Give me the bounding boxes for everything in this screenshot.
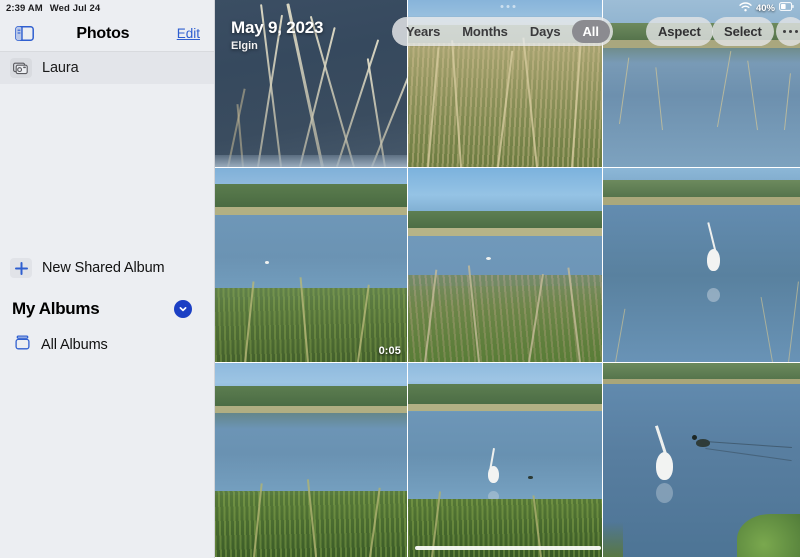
sidebar-header: Photos Edit	[0, 16, 214, 52]
photo-thumbnail	[603, 168, 800, 362]
sidebar: 2:39 AM Wed Jul 24 Photos Edit Laura New…	[0, 0, 215, 558]
sidebar-item-label: Laura	[42, 60, 79, 76]
status-bar-time: 2:39 AM	[6, 2, 43, 14]
more-ellipsis-icon[interactable]	[776, 17, 800, 46]
new-shared-album-label: New Shared Album	[42, 260, 165, 276]
photo-cell[interactable]	[408, 363, 603, 558]
egret-body	[487, 465, 499, 483]
my-albums-group-header: My Albums	[0, 290, 214, 328]
grabber-dots-icon[interactable]	[500, 5, 515, 8]
photo-thumbnail	[603, 363, 800, 557]
plus-icon	[10, 258, 32, 278]
battery-icon	[779, 2, 794, 14]
new-shared-album-button[interactable]: New Shared Album	[0, 252, 214, 284]
segment-years[interactable]: Years	[395, 20, 451, 43]
all-albums-label: All Albums	[41, 337, 108, 353]
timeline-segmented-control[interactable]: Years Months Days All	[392, 17, 613, 46]
photo-cell[interactable]	[408, 168, 603, 363]
photo-thumbnail	[215, 0, 407, 167]
sidebar-item-laura[interactable]: Laura	[0, 52, 214, 84]
photo-cell[interactable]: 0:05	[215, 168, 408, 363]
photo-cell[interactable]	[603, 363, 800, 558]
photos-app-window: 2:39 AM Wed Jul 24 Photos Edit Laura New…	[0, 0, 800, 558]
page-title: Photos	[76, 24, 130, 42]
photo-grid: 0:05	[215, 0, 800, 558]
status-bar-right: 40%	[739, 0, 794, 16]
duck-body	[695, 438, 710, 447]
status-bar-date: Wed Jul 24	[49, 2, 101, 14]
photo-cell[interactable]	[603, 168, 800, 363]
aspect-button[interactable]: Aspect	[646, 17, 713, 46]
photo-thumbnail	[408, 168, 602, 362]
segment-months[interactable]: Months	[451, 20, 519, 43]
edit-button[interactable]: Edit	[177, 26, 200, 41]
sidebar-item-all-albums[interactable]: All Albums	[0, 328, 214, 362]
photo-thumbnail	[408, 363, 602, 557]
photo-thumbnail: 0:05	[215, 168, 407, 362]
photo-cell[interactable]	[215, 0, 408, 168]
home-indicator	[414, 546, 601, 550]
photo-grid-pane: 0:05 May 9, 2023 Elgin 40% Years Months …	[215, 0, 800, 558]
segment-days[interactable]: Days	[519, 20, 572, 43]
egret-body	[656, 452, 674, 481]
status-bar: 2:39 AM Wed Jul 24	[0, 0, 214, 16]
segment-all[interactable]: All	[571, 20, 610, 43]
video-duration-badge: 0:05	[378, 345, 401, 357]
shared-album-icon	[10, 58, 32, 78]
photo-cell[interactable]	[215, 363, 408, 558]
wifi-icon	[739, 1, 752, 15]
my-albums-title: My Albums	[12, 299, 100, 318]
select-button[interactable]: Select	[712, 17, 774, 46]
photo-thumbnail	[215, 363, 407, 557]
chevron-down-icon[interactable]	[174, 300, 192, 318]
albums-icon	[14, 334, 31, 356]
battery-percent-label: 40%	[755, 2, 775, 14]
